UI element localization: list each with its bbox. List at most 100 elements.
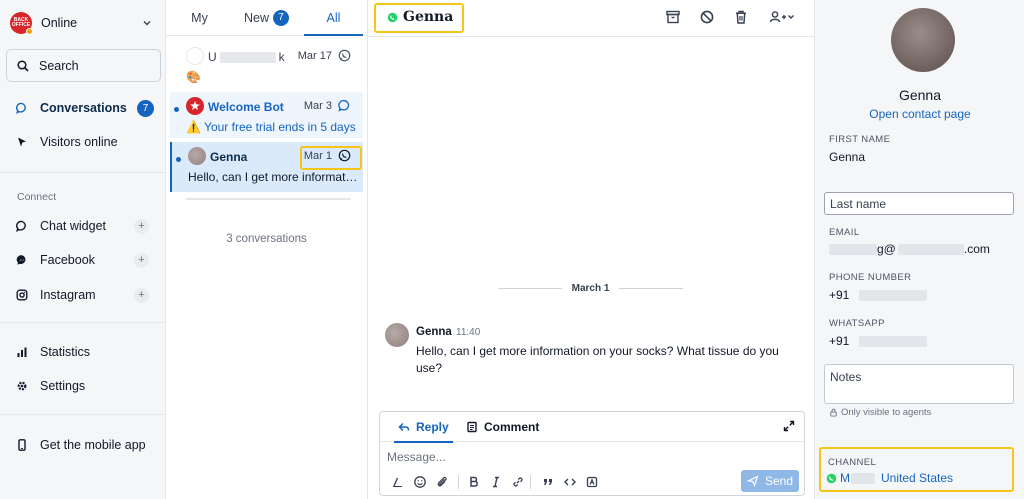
nav-facebook[interactable]: Facebook + bbox=[16, 249, 154, 271]
conversation-date: Mar 17 bbox=[297, 50, 332, 62]
cursor-icon bbox=[18, 137, 26, 147]
archive-icon[interactable] bbox=[665, 9, 681, 25]
phone-prefix: +91 bbox=[829, 288, 850, 302]
chat-title-text: Genna bbox=[403, 9, 454, 25]
conversation-preview: Hello, can I get more information on you… bbox=[188, 170, 360, 184]
star-icon bbox=[190, 101, 200, 110]
conversation-name: Genna bbox=[210, 150, 248, 164]
phone-value[interactable]: +91 bbox=[829, 288, 927, 302]
nav-chat-widget-label: Chat widget bbox=[40, 219, 107, 233]
phone-label: PHONE NUMBER bbox=[829, 272, 912, 283]
tab-reply[interactable]: Reply bbox=[394, 412, 453, 443]
message-input[interactable] bbox=[387, 449, 797, 465]
code-icon[interactable] bbox=[563, 475, 577, 489]
contact-panel: Genna Open contact page FIRST NAME Genna… bbox=[814, 0, 1024, 499]
signature-icon[interactable] bbox=[391, 475, 405, 489]
comment-icon bbox=[467, 421, 477, 433]
search-button[interactable]: Search bbox=[6, 49, 161, 82]
avatar bbox=[385, 323, 409, 347]
add-user-icon[interactable] bbox=[768, 9, 796, 25]
brand-logo: BACK OFFICE bbox=[10, 12, 33, 35]
composer-tabs: Reply Comment bbox=[380, 412, 804, 443]
channel-value[interactable]: M United States bbox=[826, 471, 953, 485]
block-icon[interactable] bbox=[699, 9, 715, 25]
last-name-field[interactable] bbox=[824, 192, 1014, 215]
nav-conversations-label: Conversations bbox=[40, 101, 127, 115]
expand-icon[interactable] bbox=[783, 420, 795, 432]
emoji-icon[interactable] bbox=[413, 475, 427, 489]
nav-conversations[interactable]: Conversations 7 bbox=[16, 97, 154, 119]
quote-icon[interactable] bbox=[541, 475, 555, 489]
link-icon[interactable] bbox=[511, 475, 525, 489]
add-facebook-button[interactable]: + bbox=[134, 252, 149, 268]
attachment-icon[interactable] bbox=[435, 475, 449, 489]
tab-my[interactable]: My bbox=[166, 0, 233, 35]
template-icon[interactable] bbox=[585, 475, 599, 489]
nav-chat-widget[interactable]: Chat widget + bbox=[16, 215, 154, 237]
italic-icon[interactable] bbox=[489, 475, 503, 489]
conversation-item-selected[interactable]: Genna Mar 1 Hello, can I get more inform… bbox=[170, 142, 363, 192]
chat-header: Genna bbox=[368, 0, 814, 37]
private-note-text: Only visible to agents bbox=[841, 407, 932, 418]
channel-country: United States bbox=[881, 471, 954, 485]
search-icon bbox=[17, 59, 29, 72]
nav-visitors-online[interactable]: Visitors online bbox=[16, 131, 154, 153]
conversation-item[interactable]: Uk Mar 17 🎨 bbox=[170, 42, 363, 88]
channel-section: CHANNEL M United States bbox=[819, 447, 1014, 492]
tab-all-label: All bbox=[326, 10, 341, 25]
messenger-icon bbox=[16, 255, 26, 265]
message-text: Hello, can I get more information on you… bbox=[416, 344, 779, 375]
logo-text: BACK OFFICE bbox=[11, 17, 31, 28]
chat-bubble-icon bbox=[16, 102, 26, 114]
whatsapp-icon bbox=[338, 149, 351, 162]
tab-new[interactable]: New 7 bbox=[233, 0, 300, 35]
nav-mobile-app[interactable]: Get the mobile app bbox=[16, 434, 154, 456]
open-contact-link[interactable]: Open contact page bbox=[815, 107, 1024, 121]
whatsapp-icon bbox=[338, 49, 351, 62]
conversation-date: Mar 1 bbox=[303, 150, 332, 162]
toolbar-divider bbox=[458, 475, 459, 489]
add-chat-widget-button[interactable]: + bbox=[134, 218, 149, 234]
nav-instagram[interactable]: Instagram + bbox=[16, 284, 154, 306]
email-mid: g@ bbox=[877, 242, 896, 256]
nav-settings[interactable]: Settings bbox=[16, 375, 154, 397]
whatsapp-icon bbox=[826, 473, 837, 483]
unread-dot bbox=[174, 107, 179, 112]
email-value[interactable]: g@ .com bbox=[829, 242, 990, 256]
notes-field[interactable] bbox=[824, 364, 1014, 404]
message-author: Genna bbox=[416, 326, 452, 338]
conversation-item[interactable]: Welcome Bot Mar 3 ⚠️ Your free trial end… bbox=[170, 92, 363, 138]
whatsapp-value[interactable]: +91 bbox=[829, 334, 927, 348]
trash-icon[interactable] bbox=[733, 9, 749, 25]
send-button[interactable]: Send bbox=[741, 470, 799, 492]
status-label: Online bbox=[41, 16, 78, 30]
conversation-date: Mar 3 bbox=[303, 100, 332, 112]
nav-instagram-label: Instagram bbox=[40, 288, 96, 302]
tab-comment[interactable]: Comment bbox=[466, 412, 539, 442]
first-name-value[interactable]: Genna bbox=[829, 150, 865, 164]
send-label: Send bbox=[764, 474, 794, 488]
status-selector[interactable]: BACK OFFICE Online bbox=[10, 10, 156, 36]
nav-statistics[interactable]: Statistics bbox=[16, 341, 154, 363]
nav-visitors-label: Visitors online bbox=[40, 135, 118, 149]
mobile-phone-icon bbox=[18, 439, 26, 451]
conversation-count: 3 conversations bbox=[226, 233, 307, 245]
avatar bbox=[188, 147, 206, 165]
bar-chart-icon bbox=[17, 347, 27, 357]
date-separator-label: March 1 bbox=[571, 282, 610, 294]
private-note: Only visible to agents bbox=[829, 407, 931, 418]
tab-all[interactable]: All bbox=[300, 0, 367, 36]
add-instagram-button[interactable]: + bbox=[134, 287, 149, 303]
tab-new-badge: 7 bbox=[273, 9, 289, 26]
nav-facebook-label: Facebook bbox=[40, 253, 95, 267]
chat-bubble-icon bbox=[338, 100, 350, 112]
date-separator: March 1 bbox=[498, 282, 684, 294]
conversation-name: Welcome Bot bbox=[208, 100, 284, 114]
instagram-icon bbox=[16, 289, 28, 301]
conversation-name-end: k bbox=[278, 50, 285, 64]
channel-label: CHANNEL bbox=[828, 457, 877, 468]
conversation-tabs: My New 7 All bbox=[166, 0, 367, 36]
email-end: .com bbox=[963, 242, 990, 256]
reply-icon bbox=[398, 422, 410, 432]
bold-icon[interactable] bbox=[467, 475, 481, 489]
